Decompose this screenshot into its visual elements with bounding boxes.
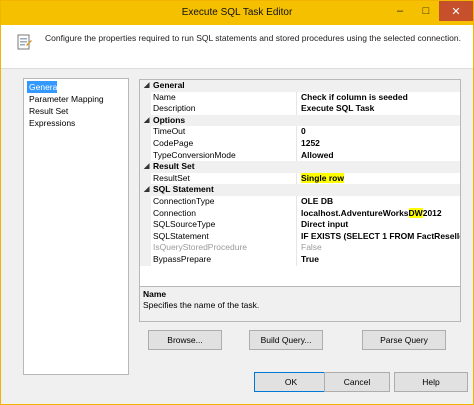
property-grid[interactable]: ◢ General Name Check if column is seeded… — [139, 79, 461, 287]
category-result-set[interactable]: ◢ Result Set — [140, 161, 460, 173]
property-name: TypeConversionMode — [153, 149, 236, 160]
task-editor-icon — [17, 34, 32, 50]
property-name: SQLStatement — [153, 230, 209, 241]
collapse-icon[interactable]: ◢ — [144, 161, 149, 173]
property-row-bypassprepare[interactable]: BypassPrepare True — [140, 253, 460, 266]
page-navigation-list[interactable]: General Parameter Mapping Result Set Exp… — [23, 78, 129, 375]
category-label: Result Set — [153, 161, 195, 172]
execute-sql-task-editor-window: Execute SQL Task Editor – □ ✕ Configure … — [0, 0, 474, 405]
row-gutter — [140, 137, 151, 150]
property-row-timeout[interactable]: TimeOut 0 — [140, 126, 460, 138]
property-row-description[interactable]: Description Execute SQL Task — [140, 103, 460, 115]
property-description-panel: Name Specifies the name of the task. — [139, 286, 461, 322]
property-value[interactable]: IF EXISTS (SELECT 1 FROM FactResellerSal… — [296, 230, 460, 243]
description-title: Name — [143, 289, 167, 299]
property-row-name[interactable]: Name Check if column is seeded — [140, 91, 460, 104]
collapse-icon[interactable]: ◢ — [144, 80, 149, 92]
row-gutter — [140, 219, 151, 231]
category-options[interactable]: ◢ Options — [140, 114, 460, 127]
header-description: Configure the properties required to run… — [45, 33, 461, 43]
parse-query-button[interactable]: Parse Query — [362, 330, 446, 350]
property-value[interactable]: OLE DB — [296, 195, 460, 208]
property-name: TimeOut — [153, 126, 186, 137]
nav-item-general[interactable]: General — [27, 81, 59, 93]
connection-value-part: localhost.AdventureWorks — [301, 207, 409, 218]
row-gutter — [140, 253, 151, 266]
collapse-icon[interactable]: ◢ — [144, 184, 149, 196]
property-name: CodePage — [153, 137, 194, 148]
row-gutter — [140, 103, 151, 115]
property-name: ConnectionType — [153, 195, 215, 206]
build-query-button[interactable]: Build Query... — [249, 330, 323, 350]
highlighted-value: DW — [408, 207, 423, 218]
property-name: Name — [153, 91, 176, 102]
maximize-button[interactable]: □ — [413, 1, 439, 21]
property-row-connectiontype[interactable]: ConnectionType OLE DB — [140, 195, 460, 208]
category-label: General — [153, 80, 185, 90]
property-value: False — [296, 242, 460, 254]
ok-button[interactable]: OK — [254, 372, 328, 392]
property-name: Description — [153, 103, 196, 114]
property-value[interactable]: True — [296, 253, 460, 266]
cancel-button[interactable]: Cancel — [324, 372, 390, 392]
row-gutter — [140, 195, 151, 208]
property-row-codepage[interactable]: CodePage 1252 — [140, 137, 460, 150]
row-gutter — [140, 242, 151, 254]
property-row-resultset[interactable]: ResultSet Single row — [140, 172, 460, 185]
row-gutter — [140, 149, 151, 162]
property-row-sqlstatement[interactable]: SQLStatement IF EXISTS (SELECT 1 FROM Fa… — [140, 230, 460, 243]
property-value[interactable]: Allowed — [296, 149, 460, 162]
nav-item-parameter-mapping[interactable]: Parameter Mapping — [27, 93, 125, 105]
row-gutter — [140, 230, 151, 243]
highlighted-value: Single row — [301, 172, 344, 183]
row-gutter — [140, 172, 151, 185]
browse-button[interactable]: Browse... — [148, 330, 222, 350]
row-gutter — [140, 126, 151, 138]
property-row-typeconversionmode[interactable]: TypeConversionMode Allowed — [140, 149, 460, 162]
property-value[interactable]: Execute SQL Task — [296, 103, 460, 115]
row-gutter — [140, 91, 151, 104]
title-bar[interactable]: Execute SQL Task Editor – □ ✕ — [1, 1, 473, 25]
property-value[interactable]: Check if column is seeded — [296, 91, 460, 104]
category-sql-statement[interactable]: ◢ SQL Statement — [140, 184, 460, 196]
nav-item-result-set[interactable]: Result Set — [27, 105, 125, 117]
category-label: Options — [153, 114, 186, 125]
connection-value-part: 2012 — [422, 207, 442, 218]
property-value[interactable]: localhost.AdventureWorksDW2012 — [296, 207, 460, 220]
description-text: Specifies the name of the task. — [143, 300, 260, 310]
property-name: IsQueryStoredProcedure — [153, 242, 248, 253]
property-value[interactable]: Single row — [296, 172, 460, 185]
property-value[interactable]: 1252 — [296, 137, 460, 150]
property-name: BypassPrepare — [153, 253, 212, 264]
property-row-sqlsourcetype[interactable]: SQLSourceType Direct input — [140, 219, 460, 231]
close-button[interactable]: ✕ — [439, 1, 473, 21]
property-row-isquerystoredprocedure[interactable]: IsQueryStoredProcedure False — [140, 242, 460, 254]
minimize-button[interactable]: – — [387, 1, 413, 21]
help-button[interactable]: Help — [394, 372, 468, 392]
header-panel: Configure the properties required to run… — [1, 25, 473, 69]
row-gutter — [140, 207, 151, 220]
property-name: SQLSourceType — [153, 219, 216, 230]
property-row-connection[interactable]: Connection localhost.AdventureWorksDW201… — [140, 207, 460, 220]
collapse-icon[interactable]: ◢ — [144, 115, 149, 127]
property-name: Connection — [153, 207, 197, 218]
category-general[interactable]: ◢ General — [140, 80, 460, 92]
category-label: SQL Statement — [153, 184, 214, 195]
property-value[interactable]: 0 — [296, 126, 460, 138]
nav-item-expressions[interactable]: Expressions — [27, 117, 125, 129]
property-name: ResultSet — [153, 172, 190, 183]
property-value[interactable]: Direct input — [296, 219, 460, 231]
